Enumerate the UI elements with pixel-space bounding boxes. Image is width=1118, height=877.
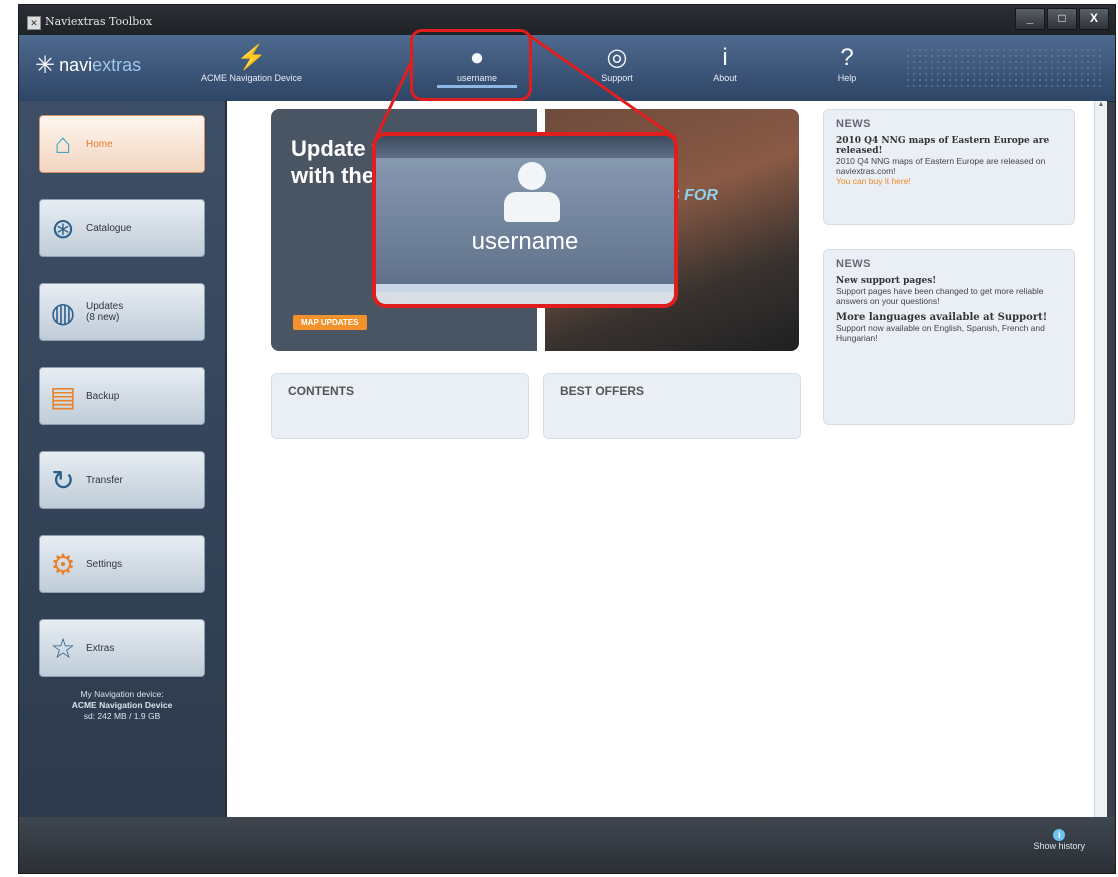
sidebar: ⌂ Home ⊛ Catalogue ◍ Updates (8 new) ▤ B… <box>19 101 225 817</box>
close-button[interactable]: X <box>1079 8 1109 30</box>
dot-pattern <box>905 47 1105 87</box>
sidebar-item-extras[interactable]: ☆ Extras <box>39 619 205 677</box>
sidebar-item-backup[interactable]: ▤ Backup <box>39 367 205 425</box>
info-icon: i <box>722 44 728 71</box>
news-panel-1: NEWS 2010 Q4 NNG maps of Eastern Europe … <box>823 109 1075 225</box>
star-icon: ☆ <box>50 632 76 664</box>
globe-refresh-icon: ◍ <box>50 296 76 328</box>
nav-support[interactable]: ◎ Support <box>597 43 637 83</box>
username-zoom-callout: username <box>372 132 678 308</box>
zoom-username-label: username <box>471 228 579 255</box>
top-navbar: ✳ navi extras ⚡ ACME Navigation Device ● … <box>19 35 1115 102</box>
best-offers-panel[interactable]: BEST OFFERS <box>543 373 801 439</box>
map-updates-button[interactable]: MAP UPDATES <box>293 315 367 330</box>
scrollbar[interactable]: ▲ <box>1094 101 1107 817</box>
buy-link[interactable]: You can buy it here! <box>836 176 1062 186</box>
sidebar-item-updates[interactable]: ◍ Updates (8 new) <box>39 283 205 341</box>
window-title: Naviextras Toolbox <box>45 15 153 28</box>
home-icon: ⌂ <box>54 128 72 159</box>
naviextras-logo: ✳ navi extras <box>35 52 142 79</box>
sidebar-item-settings[interactable]: ⚙ Settings <box>39 535 205 593</box>
footer-bar: i Show history <box>19 817 1115 873</box>
logo-icon: ✳ <box>35 52 56 79</box>
nav-device[interactable]: ⚡ ACME Navigation Device <box>201 43 302 83</box>
device-info: My Navigation device: ACME Navigation De… <box>71 689 173 721</box>
question-icon: ? <box>840 44 854 71</box>
app-icon: ✕ <box>27 16 41 30</box>
titlebar: ✕ Naviextras Toolbox _ □ X <box>19 5 1115 35</box>
nav-help[interactable]: ? Help <box>827 43 867 83</box>
minimize-button[interactable]: _ <box>1015 8 1045 30</box>
sidebar-item-catalogue[interactable]: ⊛ Catalogue <box>39 199 205 257</box>
backup-icon: ▤ <box>49 380 77 412</box>
lifebuoy-icon: ◎ <box>606 44 628 71</box>
sidebar-item-transfer[interactable]: ↻ Transfer <box>39 451 205 509</box>
nav-about[interactable]: i About <box>705 43 745 83</box>
plug-icon: ⚡ <box>236 44 267 71</box>
sidebar-item-home[interactable]: ⌂ Home <box>39 115 205 173</box>
scroll-up-icon[interactable]: ▲ <box>1095 101 1107 108</box>
gears-icon: ⚙ <box>50 548 76 580</box>
transfer-icon: ↻ <box>51 464 75 496</box>
contents-panel[interactable]: CONTENTS <box>271 373 529 439</box>
show-history-button[interactable]: i Show history <box>1033 829 1085 851</box>
news-panel-2: NEWS New support pages! Support pages ha… <box>823 249 1075 425</box>
user-icon <box>518 162 546 190</box>
maximize-button[interactable]: □ <box>1047 8 1077 30</box>
username-highlight-box <box>410 29 532 101</box>
info-icon: i <box>1053 829 1066 841</box>
compass-icon: ⊛ <box>51 212 75 244</box>
